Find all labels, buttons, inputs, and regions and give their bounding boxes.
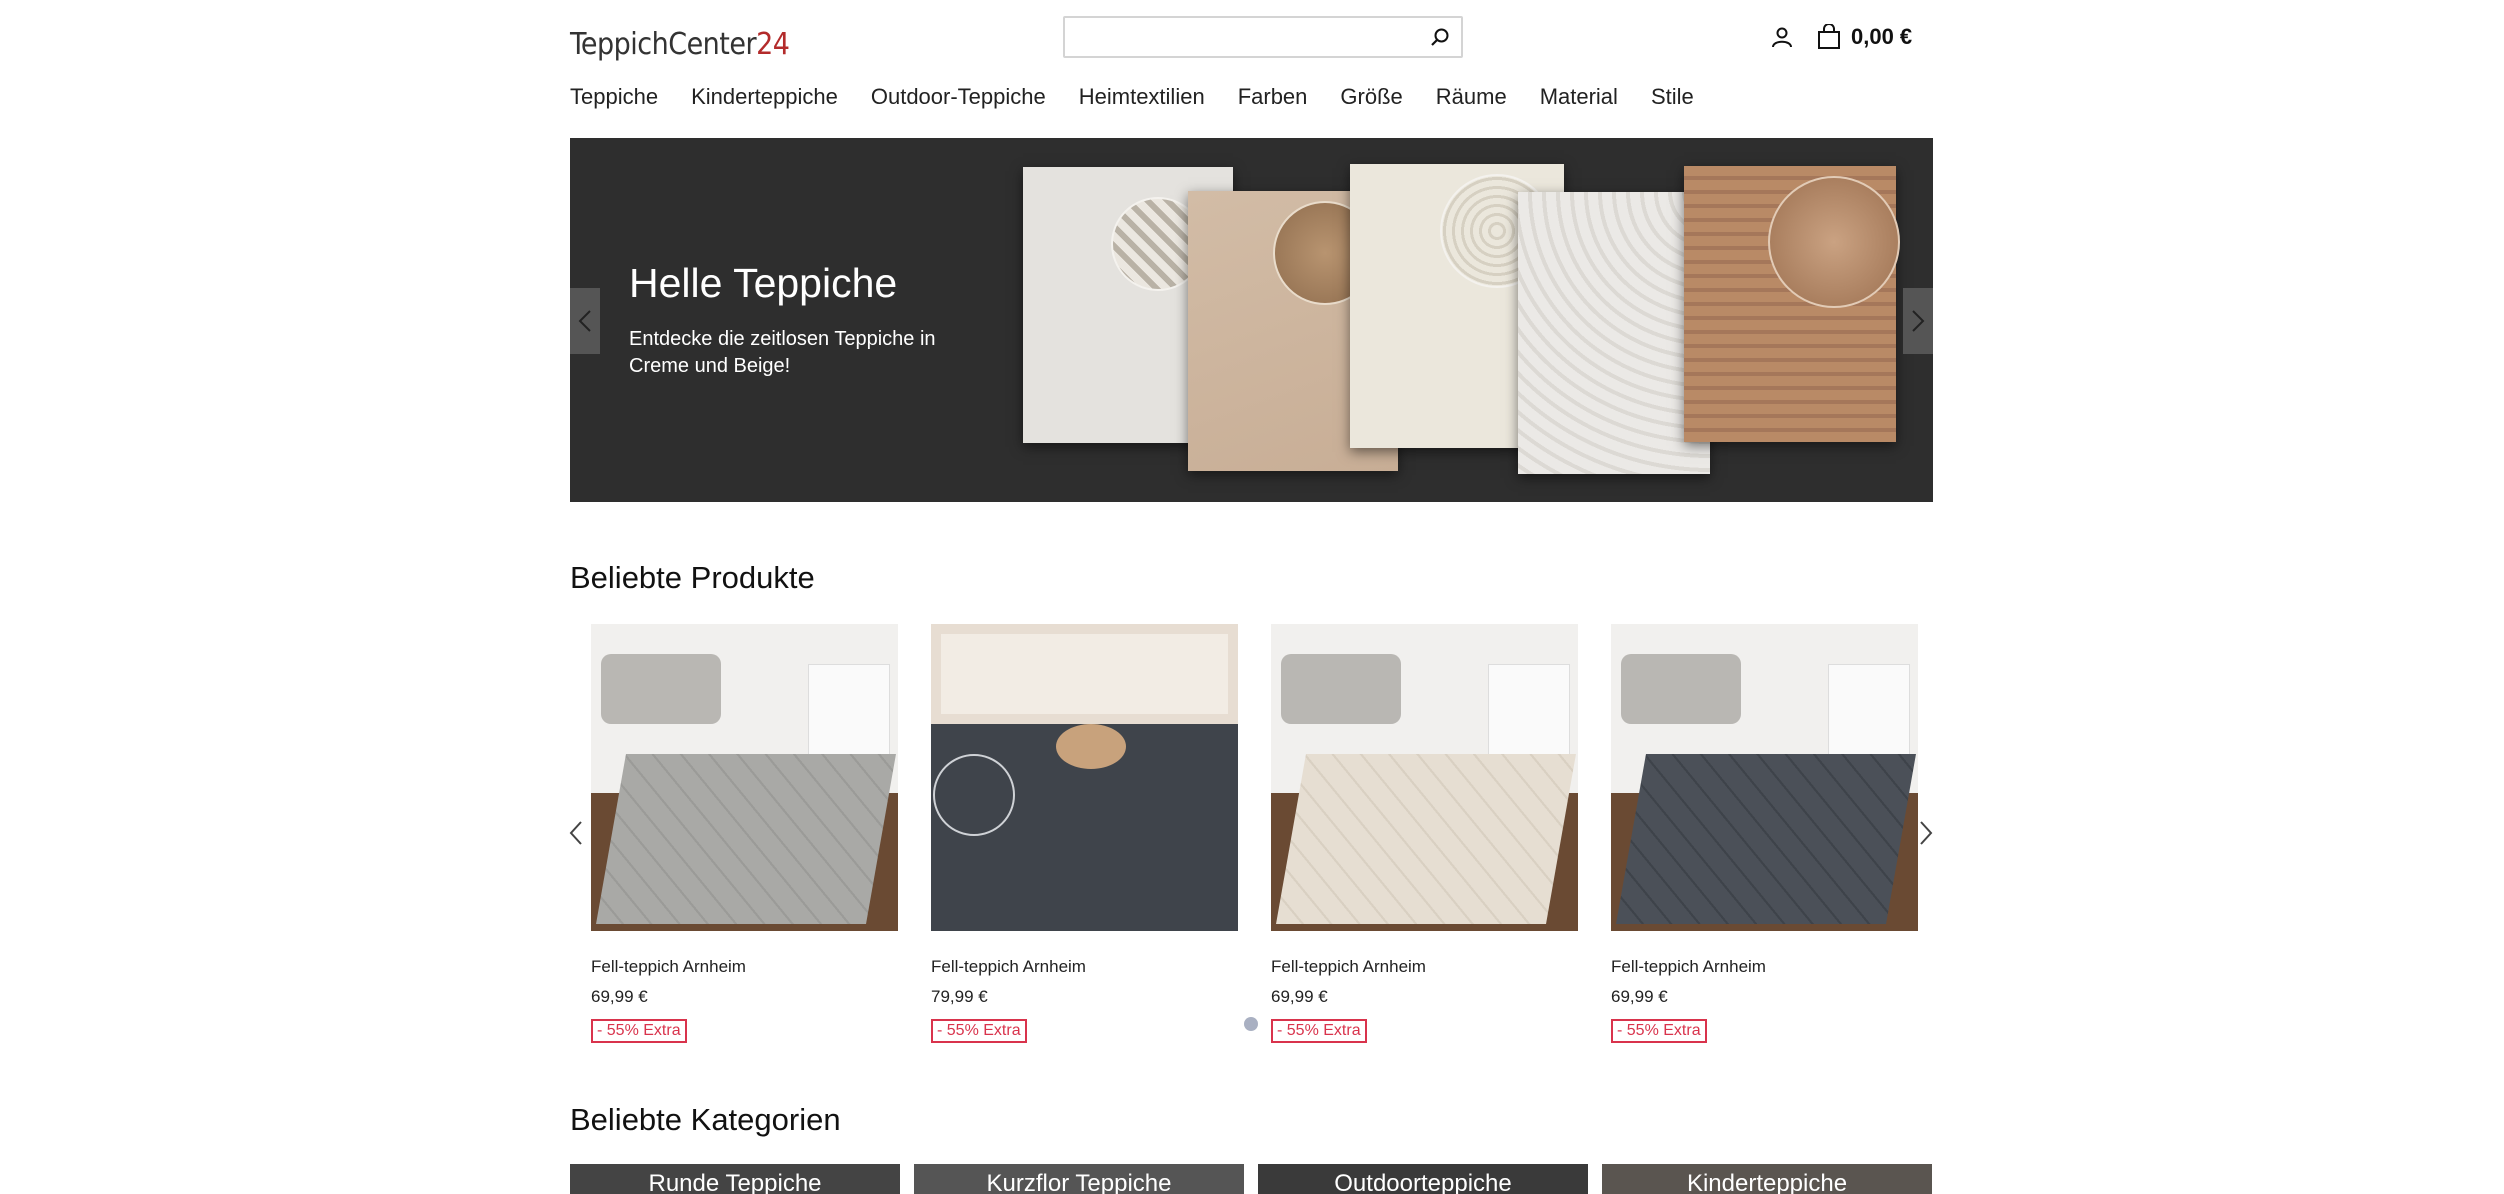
product-image[interactable] — [1271, 624, 1578, 931]
nav-item-groesse[interactable]: Größe — [1340, 84, 1402, 110]
site-logo[interactable]: TeppichCenter24 — [570, 8, 790, 62]
product-price: 69,99 € — [591, 987, 648, 1006]
product-image[interactable] — [931, 624, 1238, 931]
nav-item-raeume[interactable]: Räume — [1436, 84, 1507, 110]
product-image[interactable] — [1611, 624, 1918, 931]
product-card[interactable]: Fell-teppich Arnheim 69,99 € - 55% Extra — [1611, 624, 1918, 1043]
section-heading-popular: Beliebte Produkte — [570, 560, 815, 595]
nav-item-farben[interactable]: Farben — [1238, 84, 1308, 110]
product-card[interactable]: Fell-teppich Arnheim 69,99 € - 55% Extra — [1271, 624, 1578, 1043]
hero-next-button[interactable] — [1903, 288, 1933, 354]
account-button[interactable] — [1767, 22, 1797, 52]
chevron-right-icon — [1912, 310, 1925, 332]
color-swatch[interactable] — [1244, 1017, 1258, 1031]
discount-badge: - 55% Extra — [931, 1019, 1027, 1043]
category-label: Runde Teppiche — [648, 1170, 822, 1194]
hero-prev-button[interactable] — [570, 288, 600, 354]
discount-badge: - 55% Extra — [1271, 1019, 1367, 1043]
cart-button[interactable]: 0,00 € — [1817, 20, 1912, 54]
product-price: 79,99 € — [931, 987, 988, 1006]
product-name[interactable]: Fell-teppich Arnheim — [591, 957, 898, 977]
section-heading-categories: Beliebte Kategorien — [570, 1102, 841, 1137]
nav-item-kinderteppiche[interactable]: Kinderteppiche — [691, 84, 838, 110]
logo-text: TeppichCenter — [570, 27, 757, 62]
hero-title: Helle Teppiche — [629, 260, 898, 306]
hero-banner[interactable]: Helle Teppiche Entdecke die zeitlosen Te… — [570, 138, 1933, 502]
chevron-right-icon — [1920, 821, 1933, 845]
discount-badge: - 55% Extra — [591, 1019, 687, 1043]
products-next-button[interactable] — [1915, 818, 1937, 848]
search-box — [1063, 16, 1463, 58]
product-image[interactable] — [591, 624, 898, 931]
category-label: Kinderteppiche — [1686, 1170, 1848, 1194]
product-name[interactable]: Fell-teppich Arnheim — [1271, 957, 1578, 977]
product-name[interactable]: Fell-teppich Arnheim — [931, 957, 1238, 977]
product-name[interactable]: Fell-teppich Arnheim — [1611, 957, 1918, 977]
hero-subtitle: Entdecke die zeitlosen Teppiche in Creme… — [629, 328, 936, 377]
nav-item-teppiche[interactable]: Teppiche — [570, 84, 658, 110]
product-price: 69,99 € — [1271, 987, 1328, 1006]
category-tile[interactable]: Runde Teppiche — [570, 1164, 900, 1194]
product-price: 69,99 € — [1611, 987, 1668, 1006]
chevron-left-icon — [569, 821, 582, 845]
cart-total: 0,00 € — [1851, 24, 1913, 49]
nav-item-heimtextilien[interactable]: Heimtextilien — [1079, 84, 1205, 110]
category-label: Kurzflor Teppiche — [986, 1170, 1172, 1194]
main-nav: Teppiche Kinderteppiche Outdoor-Teppiche… — [570, 84, 1727, 110]
category-label: Outdoorteppiche — [1334, 1170, 1512, 1194]
user-icon — [1772, 27, 1792, 48]
nav-item-outdoor-teppiche[interactable]: Outdoor-Teppiche — [871, 84, 1046, 110]
discount-badge: - 55% Extra — [1611, 1019, 1707, 1043]
logo-accent: 24 — [756, 27, 790, 62]
chevron-left-icon — [578, 310, 591, 332]
hero-rug-image — [1684, 166, 1900, 442]
product-card[interactable]: Fell-teppich Arnheim 69,99 € - 55% Extra — [591, 624, 898, 1043]
products-prev-button[interactable] — [565, 818, 587, 848]
cart-icon — [1818, 24, 1840, 49]
category-tile[interactable]: Kinderteppiche — [1602, 1164, 1932, 1194]
category-tile[interactable]: Outdoorteppiche — [1258, 1164, 1588, 1194]
search-button[interactable] — [1425, 22, 1455, 52]
search-icon — [1431, 28, 1449, 46]
product-card[interactable]: Fell-teppich Arnheim 79,99 € - 55% Extra — [931, 624, 1238, 1043]
search-input[interactable] — [1077, 18, 1421, 58]
category-tile[interactable]: Kurzflor Teppiche — [914, 1164, 1244, 1194]
nav-item-stile[interactable]: Stile — [1651, 84, 1694, 110]
hero-rug-image — [1518, 192, 1710, 474]
nav-item-material[interactable]: Material — [1540, 84, 1618, 110]
